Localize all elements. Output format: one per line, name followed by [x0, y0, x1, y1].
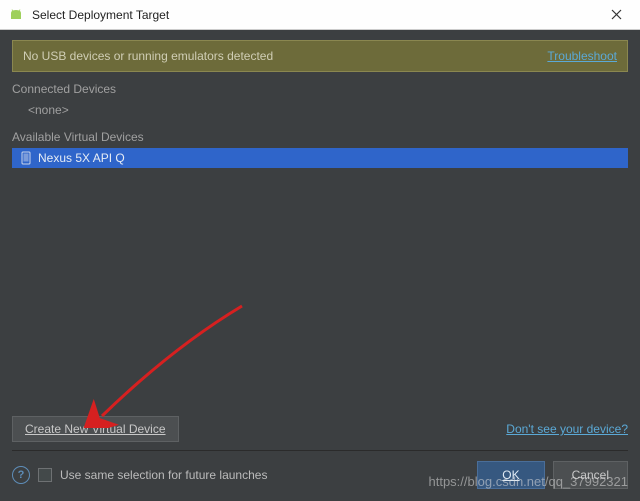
connected-devices-label: Connected Devices: [12, 82, 628, 96]
available-devices-label: Available Virtual Devices: [12, 130, 628, 144]
close-icon: [611, 9, 622, 20]
connected-none: <none>: [12, 100, 628, 120]
use-same-checkbox[interactable]: [38, 468, 52, 482]
phone-icon: [20, 151, 32, 165]
ok-button[interactable]: OK: [477, 461, 544, 489]
android-icon: [8, 9, 24, 21]
warning-bar: No USB devices or running emulators dete…: [12, 40, 628, 72]
cancel-button[interactable]: Cancel: [553, 461, 628, 489]
window-title: Select Deployment Target: [32, 8, 600, 22]
titlebar: Select Deployment Target: [0, 0, 640, 30]
use-same-label: Use same selection for future launches: [60, 468, 469, 482]
close-button[interactable]: [600, 1, 632, 29]
list-spacer: [12, 168, 628, 408]
footer: ? Use same selection for future launches…: [12, 450, 628, 501]
virtual-device-list: Nexus 5X API Q: [12, 148, 628, 168]
dialog-content: No USB devices or running emulators dete…: [0, 30, 640, 501]
device-name: Nexus 5X API Q: [38, 151, 125, 165]
virtual-device-item[interactable]: Nexus 5X API Q: [12, 148, 628, 168]
dont-see-device-link[interactable]: Don't see your device?: [506, 422, 628, 436]
create-new-virtual-device-button[interactable]: Create New Virtual Device: [12, 416, 179, 442]
help-icon[interactable]: ?: [12, 466, 30, 484]
ok-label: OK: [502, 468, 519, 482]
create-device-label: Create New Virtual Device: [25, 422, 166, 436]
bottom-row: Create New Virtual Device Don't see your…: [12, 408, 628, 450]
warning-message: No USB devices or running emulators dete…: [23, 49, 547, 63]
troubleshoot-link[interactable]: Troubleshoot: [547, 49, 617, 63]
